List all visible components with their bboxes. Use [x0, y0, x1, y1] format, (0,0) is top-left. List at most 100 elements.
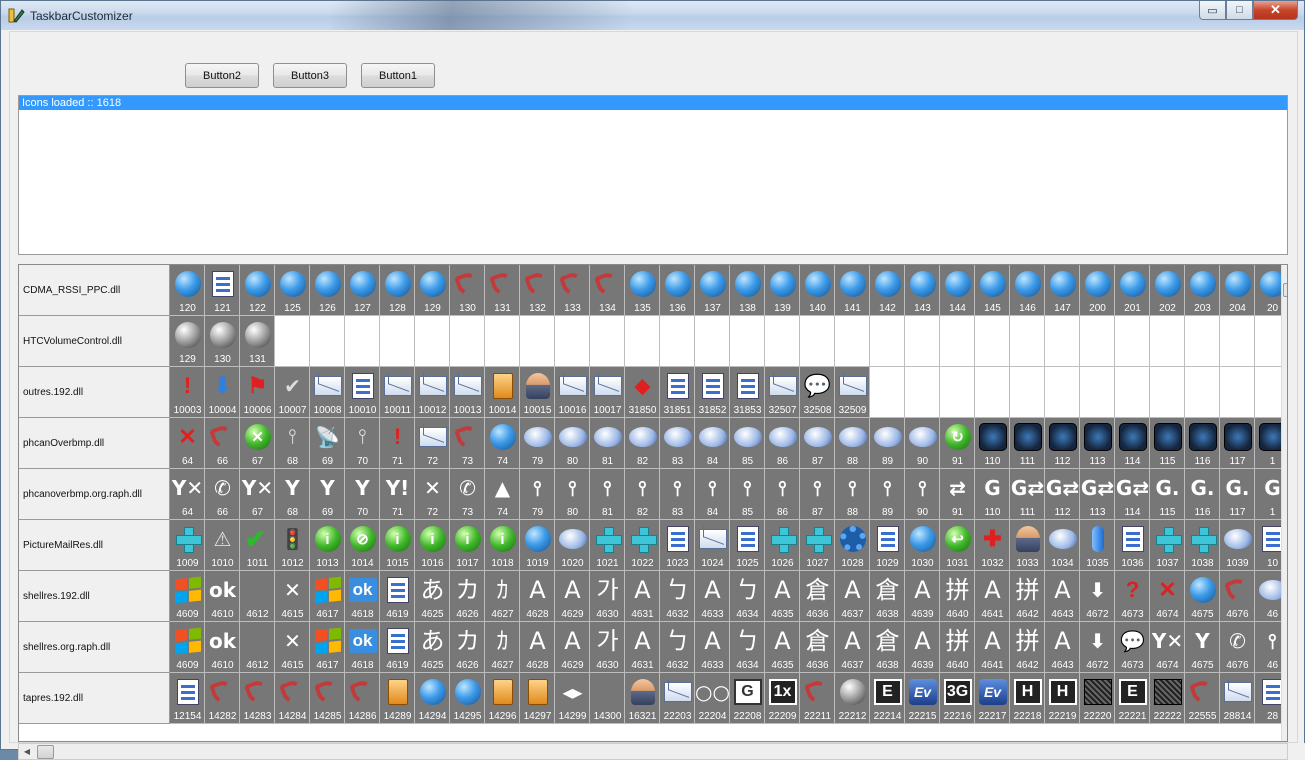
icon-cell[interactable]: 200	[1080, 265, 1115, 316]
icon-cell[interactable]: 142	[870, 265, 905, 316]
icon-cell[interactable]: 4619	[380, 622, 415, 673]
icon-cell[interactable]: 1038	[1185, 520, 1220, 571]
icon-cell[interactable]: 10008	[310, 367, 345, 418]
icon-cell[interactable]: ✆ 4676	[1220, 622, 1255, 673]
icon-cell[interactable]: G⇄ 112	[1045, 469, 1080, 520]
icon-cell[interactable]: 14300	[590, 673, 625, 724]
icon-cell[interactable]: 14282	[205, 673, 240, 724]
icon-cell[interactable]: i 1013	[310, 520, 345, 571]
icon-cell[interactable]: 204	[1220, 265, 1255, 316]
button3[interactable]: Button3	[273, 63, 347, 88]
icon-cell[interactable]: Ev 22215	[905, 673, 940, 724]
icon-cell[interactable]: 88	[835, 418, 870, 469]
icon-cell[interactable]: A 4639	[905, 571, 940, 622]
icon-cell[interactable]: 125	[275, 265, 310, 316]
icon-cell[interactable]: 202	[1150, 265, 1185, 316]
icon-cell[interactable]: ! 71	[380, 418, 415, 469]
icon-cell[interactable]: 22203	[660, 673, 695, 724]
icon-cell[interactable]: 💬 4673	[1115, 622, 1150, 673]
icon-cell[interactable]: 4609	[170, 571, 205, 622]
icon-cell[interactable]: Y✕ 4674	[1150, 622, 1185, 673]
icon-cell[interactable]: G 22208	[730, 673, 765, 724]
icon-cell[interactable]: 10016	[555, 367, 590, 418]
horizontal-scroll-thumb[interactable]	[37, 745, 54, 759]
icon-cell[interactable]: ｶ 4627	[485, 622, 520, 673]
icon-cell[interactable]: 111	[1010, 418, 1045, 469]
icon-cell[interactable]: 10017	[590, 367, 625, 418]
icon-cell[interactable]: A 4633	[695, 622, 730, 673]
icon-cell[interactable]: 16321	[625, 673, 660, 724]
icon-cell[interactable]: あ 4625	[415, 622, 450, 673]
icon-cell[interactable]: ok 4610	[205, 622, 240, 673]
icon-cell[interactable]: 14284	[275, 673, 310, 724]
scroll-up-icon[interactable]: ▲	[1282, 265, 1287, 282]
icon-cell[interactable]: A 4629	[555, 622, 590, 673]
icon-cell[interactable]: 가 4630	[590, 571, 625, 622]
icon-cell[interactable]: A 4635	[765, 571, 800, 622]
icon-cell[interactable]: 4617	[310, 622, 345, 673]
icon-cell[interactable]: 拼 4642	[1010, 622, 1045, 673]
icon-cell[interactable]: 135	[625, 265, 660, 316]
icon-cell[interactable]: 1028	[835, 520, 870, 571]
icon-cell[interactable]: ⫯ 82	[625, 469, 660, 520]
icon-cell[interactable]: ⫯ 79	[520, 469, 555, 520]
icon-cell[interactable]: 3G 22216	[940, 673, 975, 724]
icon-cell[interactable]: カ 4626	[450, 571, 485, 622]
icon-cell[interactable]: カ 4626	[450, 622, 485, 673]
icon-cell[interactable]: 14285	[310, 673, 345, 724]
icon-cell[interactable]: 14297	[520, 673, 555, 724]
icon-cell[interactable]: 201	[1115, 265, 1150, 316]
icon-cell[interactable]: 10011	[380, 367, 415, 418]
icon-cell[interactable]: ⫯ 87	[800, 469, 835, 520]
icon-cell[interactable]: Y! 71	[380, 469, 415, 520]
icon-cell[interactable]: i 1018	[485, 520, 520, 571]
icon-cell[interactable]: 倉 4636	[800, 622, 835, 673]
icon-cell[interactable]: 12154	[170, 673, 205, 724]
icon-cell[interactable]: 📡 69	[310, 418, 345, 469]
icon-cell[interactable]: 1025	[730, 520, 765, 571]
icon-cell[interactable]: 129	[415, 265, 450, 316]
row-header-dll-name[interactable]: HTCVolumeControl.dll	[19, 316, 170, 367]
icon-cell[interactable]: G⇄ 114	[1115, 469, 1150, 520]
icon-cell[interactable]: 147	[1045, 265, 1080, 316]
icon-cell[interactable]: 114	[1115, 418, 1150, 469]
icon-cell[interactable]: 86	[765, 418, 800, 469]
icon-cell[interactable]: A 4639	[905, 622, 940, 673]
icon-cell[interactable]: G⇄ 111	[1010, 469, 1045, 520]
icon-cell[interactable]: 10014	[485, 367, 520, 418]
icon-cell[interactable]: 4619	[380, 571, 415, 622]
icon-cell[interactable]: 拼 4640	[940, 622, 975, 673]
icon-cell[interactable]: 81	[590, 418, 625, 469]
icon-cell[interactable]: 💬 32508	[800, 367, 835, 418]
icon-cell[interactable]: 79	[520, 418, 555, 469]
icon-cell[interactable]: 14295	[450, 673, 485, 724]
icon-cell[interactable]: 14289	[380, 673, 415, 724]
icon-cell[interactable]: ⫯ 83	[660, 469, 695, 520]
icon-cell[interactable]: i 1016	[415, 520, 450, 571]
icon-cell[interactable]: ⫯ 70	[345, 418, 380, 469]
icon-cell[interactable]: ! 10003	[170, 367, 205, 418]
icon-cell[interactable]: ↩ 1031	[940, 520, 975, 571]
icon-cell[interactable]: ⇄ 91	[940, 469, 975, 520]
icon-cell[interactable]: 139	[765, 265, 800, 316]
icon-cell[interactable]: ⫯ 68	[275, 418, 310, 469]
icon-cell[interactable]: Y 4675	[1185, 622, 1220, 673]
icon-cell[interactable]: 22211	[800, 673, 835, 724]
icon-cell[interactable]: 4676	[1220, 571, 1255, 622]
icon-cell[interactable]: あ 4625	[415, 571, 450, 622]
icon-cell[interactable]: 130	[205, 316, 240, 367]
icon-cell[interactable]: 拼 4642	[1010, 571, 1045, 622]
icon-cell[interactable]: 1023	[660, 520, 695, 571]
icon-cell[interactable]: ㄅ 4634	[730, 622, 765, 673]
icon-cell[interactable]: E 22221	[1115, 673, 1150, 724]
icon-cell[interactable]: 129	[170, 316, 205, 367]
icon-cell[interactable]: H 22218	[1010, 673, 1045, 724]
icon-cell[interactable]: ok 4618	[345, 622, 380, 673]
icon-cell[interactable]: 1019	[520, 520, 555, 571]
icon-cell[interactable]: ⫯ 85	[730, 469, 765, 520]
icon-cell[interactable]: A 4629	[555, 571, 590, 622]
icon-cell[interactable]: Y 70	[345, 469, 380, 520]
icon-cell[interactable]: ㄅ 4632	[660, 571, 695, 622]
icon-cell[interactable]: 31853	[730, 367, 765, 418]
icon-cell[interactable]: 89	[870, 418, 905, 469]
